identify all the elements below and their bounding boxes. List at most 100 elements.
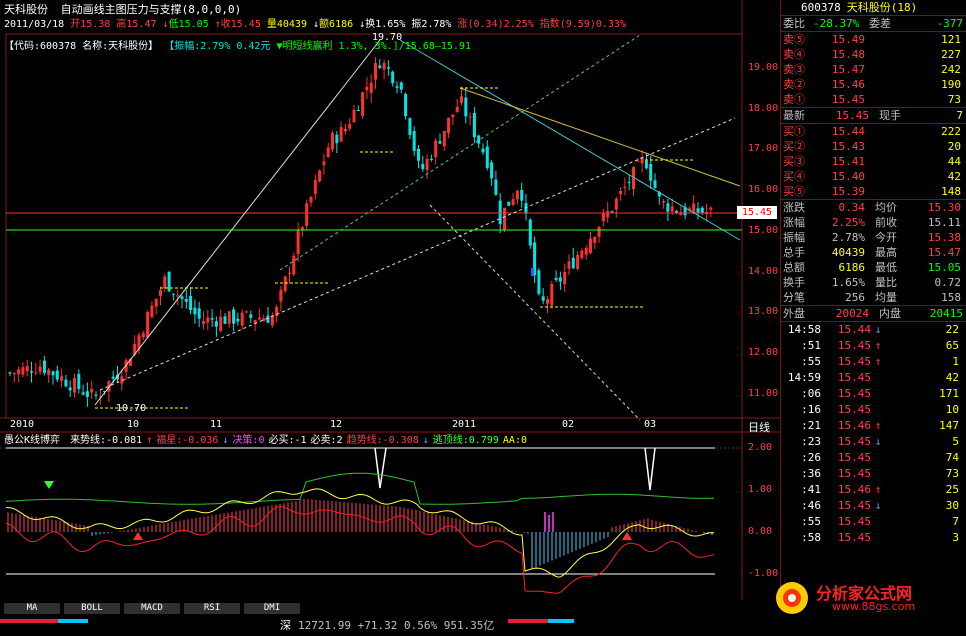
candle-body (159, 290, 162, 296)
candle-body (38, 366, 42, 372)
candle-body (356, 110, 360, 112)
candle-body (193, 307, 197, 315)
candle-body (447, 117, 451, 134)
quote-row[interactable]: 买① 15.44 222 (781, 124, 966, 139)
outer-value: 20024 (835, 307, 869, 320)
candle-body (438, 141, 442, 144)
candle-body (206, 317, 210, 323)
change-value: 涨(0.34)2.25% (457, 19, 534, 30)
candle-body (219, 316, 223, 331)
quote-row[interactable]: 买④ 15.40 42 (781, 169, 966, 184)
quote-row[interactable]: 买② 15.43 20 (781, 139, 966, 154)
candle-body (541, 296, 545, 301)
quote-label: 买① (783, 125, 805, 138)
stat-label: 总手 (783, 246, 805, 259)
candle-body (558, 277, 562, 282)
tick-row[interactable]: :51 15.45 ↑ 65 (781, 338, 966, 354)
date-label: 2010 (10, 419, 35, 430)
tick-row[interactable]: :23 15.45 ↓ 5 (781, 434, 966, 450)
tick-price: 15.46 (837, 419, 871, 432)
quote-price: 15.41 (831, 155, 865, 168)
tick-row[interactable]: :58 15.45 3 (781, 530, 966, 546)
watermark-url: www.88gs.com (832, 600, 916, 613)
tick-row[interactable]: :26 15.45 74 (781, 450, 966, 466)
tab-ma[interactable]: MA (4, 603, 60, 614)
indicator-item: ↑ (146, 435, 153, 446)
close-value: 收15.45 (220, 19, 261, 30)
quote-volume: 44 (947, 155, 961, 168)
tick-list[interactable]: 14:58 15.44 ↓ 22:51 15.45 ↑ 65:55 15.45 ↑ 1 14:59 1… (781, 322, 966, 546)
candle-body (34, 372, 38, 374)
tab-rsi[interactable]: RSI (184, 603, 240, 614)
candle-body (326, 147, 330, 158)
tick-row[interactable]: :41 15.46 ↑ 25 (781, 482, 966, 498)
tick-price: 15.45 (837, 371, 871, 384)
date-label: 03 (644, 419, 657, 430)
candle-body (227, 311, 231, 324)
inner-value: 20415 (929, 307, 963, 320)
tick-row[interactable]: :55 15.45 7 (781, 514, 966, 530)
tick-row[interactable]: :55 15.45 ↑ 1 (781, 354, 966, 370)
quote-label: 卖④ (783, 48, 805, 61)
tick-arrow: ↓ (874, 323, 882, 336)
candle-body (498, 200, 502, 225)
tick-row[interactable]: :46 15.45 ↓ 30 (781, 498, 966, 514)
candle-body (395, 86, 399, 88)
tick-price: 15.45 (837, 467, 871, 480)
quote-label: 卖② (783, 78, 805, 91)
webi-label: 委比 (783, 17, 805, 30)
tick-row[interactable]: :16 15.45 10 (781, 402, 966, 418)
quote-row[interactable]: 卖④ 15.48 227 (781, 47, 966, 62)
indicator-name[interactable]: 自动画线主图压力与支撑(8,0,0,0) (61, 3, 242, 16)
candle-body (141, 333, 145, 338)
tick-row[interactable]: :36 15.45 73 (781, 466, 966, 482)
sub-indicator-name[interactable]: 愚公K线博弈 (4, 435, 60, 446)
candle-body (42, 360, 46, 374)
tick-price: 15.44 (837, 323, 871, 336)
stat-row: 换手 1.65% 量比 0.72 (781, 275, 966, 290)
candle-body (369, 82, 373, 93)
candle-body (606, 211, 610, 218)
date-label: 11 (210, 419, 223, 430)
quote-volume: 227 (941, 48, 961, 61)
candle-body (60, 376, 64, 381)
inner-label: 内盘 (879, 307, 901, 320)
date-label: 12 (330, 419, 343, 430)
tick-price: 15.45 (837, 403, 871, 416)
quote-price: 15.46 (831, 78, 865, 91)
kline-chart[interactable] (0, 0, 780, 602)
candle-body (279, 289, 283, 302)
panel-code: 600378 (801, 1, 841, 14)
stat-value: 158 (941, 291, 961, 304)
quote-row[interactable]: 卖② 15.46 190 (781, 77, 966, 92)
quote-row[interactable]: 买③ 15.41 44 (781, 154, 966, 169)
tab-boll[interactable]: BOLL (64, 603, 120, 614)
candle-body (30, 371, 33, 373)
quote-row[interactable]: 卖③ 15.47 242 (781, 62, 966, 77)
tick-time: :55 (801, 355, 821, 368)
candle-body (51, 371, 55, 376)
candle-body (257, 317, 261, 320)
quote-row[interactable]: 卖⑤ 15.49 121 (781, 32, 966, 47)
candle-body (386, 67, 390, 69)
candle-body (580, 250, 584, 259)
stats-list: 涨跌 0.34 均价 15.30 涨幅 2.25% 前收 15.11 振幅 2.78% 今开 15.3… (781, 200, 966, 306)
tick-row[interactable]: 14:59 15.45 42 (781, 370, 966, 386)
stock-code-label: 【代码:600378 名称:天科股份】 (4, 41, 159, 52)
candle-body (485, 146, 489, 168)
tick-volume: 42 (945, 371, 959, 384)
tick-row[interactable]: 14:58 15.44 ↓ 22 (781, 322, 966, 338)
tab-dmi[interactable]: DMI (244, 603, 300, 614)
date-label: 2011 (452, 419, 477, 430)
tab-macd[interactable]: MACD (124, 603, 180, 614)
high-value: 高15.47 (116, 19, 157, 30)
quote-row[interactable]: 买⑤ 15.39 148 (781, 184, 966, 199)
candle-body (649, 164, 653, 181)
chart-canvas[interactable] (0, 0, 780, 602)
tick-row[interactable]: :06 15.45 171 (781, 386, 966, 402)
tick-row[interactable]: :21 15.46 ↑ 147 (781, 418, 966, 434)
tick-volume: 30 (945, 499, 959, 512)
sub-axis-label: 0.00 (748, 526, 773, 537)
stat-label: 均量 (875, 291, 897, 304)
quote-row[interactable]: 卖① 15.45 73 (781, 92, 966, 107)
